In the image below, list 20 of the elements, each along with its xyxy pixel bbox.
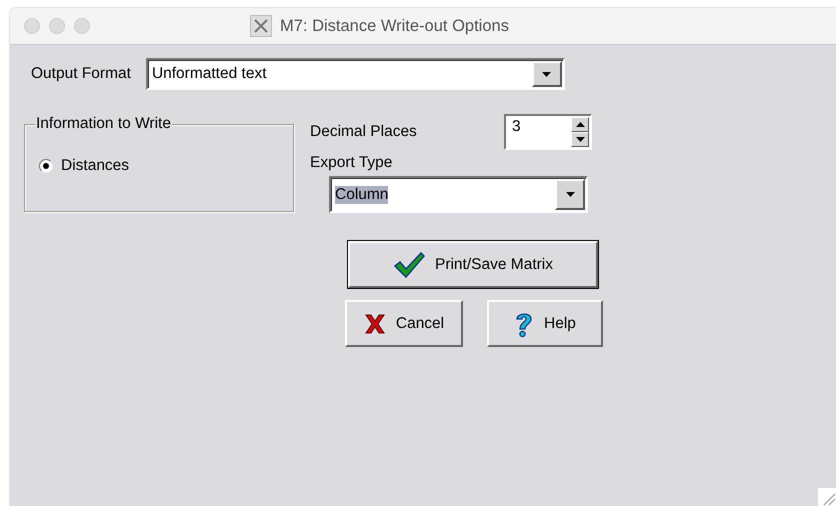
cross-icon <box>364 312 386 334</box>
window-title: M7: Distance Write-out Options <box>280 16 509 36</box>
check-icon <box>392 252 425 278</box>
radio-icon[interactable] <box>39 159 53 173</box>
field-label: Decimal Places <box>310 123 417 141</box>
dialog-button[interactable]: Cancel <box>345 300 463 347</box>
dialog-button[interactable]: Help <box>487 300 603 347</box>
resize-grip-icon[interactable] <box>818 488 836 506</box>
field-label: Export Type <box>310 154 394 172</box>
radio-button[interactable]: Distances <box>39 157 130 175</box>
x11-icon <box>250 15 272 37</box>
spin-down-icon[interactable] <box>571 132 589 147</box>
decimal-places-spinner[interactable]: 3 <box>504 114 592 150</box>
field-label: Output Format <box>31 65 131 83</box>
selected-text: Column <box>335 186 388 204</box>
question-icon <box>514 310 534 336</box>
spin-up-icon[interactable] <box>571 117 589 132</box>
export-type-dropdown[interactable]: Column <box>329 176 588 213</box>
output-format-dropdown[interactable]: Unformatted text <box>146 58 565 90</box>
dialog-button[interactable]: Print/Save Matrix <box>348 241 598 288</box>
